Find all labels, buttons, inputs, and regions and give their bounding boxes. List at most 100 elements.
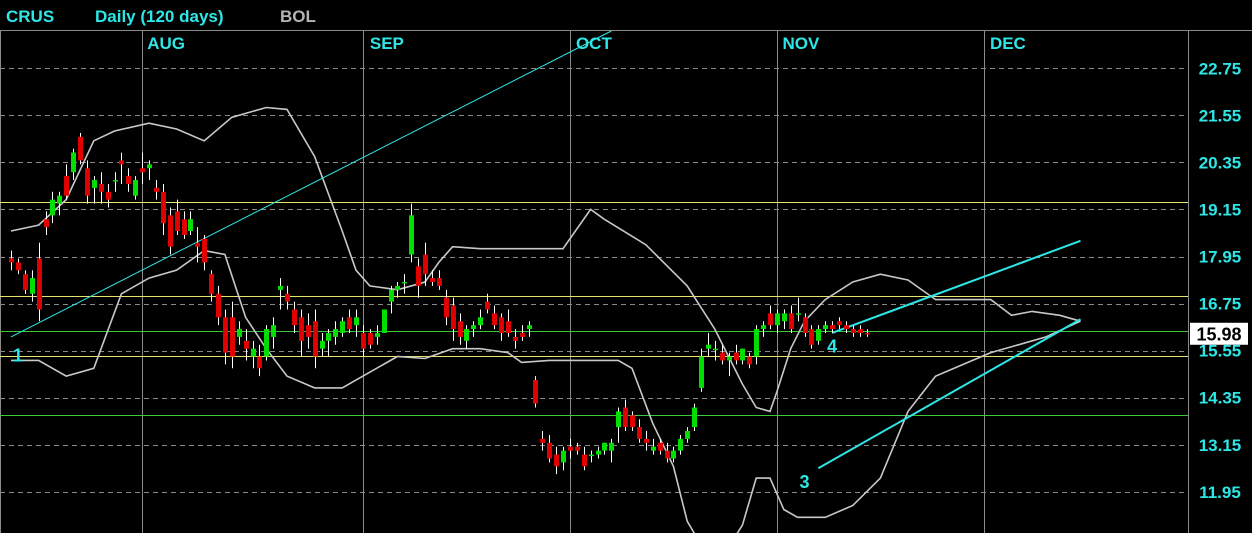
candle-body xyxy=(582,454,587,467)
candle-body xyxy=(568,446,573,451)
candle xyxy=(264,325,269,361)
candle-body xyxy=(382,309,387,333)
candle-body xyxy=(458,321,463,337)
candle xyxy=(692,403,697,432)
candle-body xyxy=(257,356,262,369)
candle-body xyxy=(9,258,14,263)
month-label: OCT xyxy=(576,34,613,53)
candle-body xyxy=(506,321,511,333)
candle-body xyxy=(478,317,483,326)
y-tick-label: 16.75 xyxy=(1199,295,1242,314)
candle-body xyxy=(734,352,739,361)
candle-body xyxy=(99,183,104,192)
candle-body xyxy=(140,168,145,173)
candle-body xyxy=(678,438,683,451)
candle-body xyxy=(313,321,318,357)
candle-body xyxy=(409,215,414,255)
candle-body xyxy=(175,211,180,232)
candle-body xyxy=(271,325,276,337)
candle-body xyxy=(264,329,269,357)
candle-body xyxy=(340,321,345,333)
y-tick-label: 14.35 xyxy=(1199,389,1242,408)
candle-body xyxy=(106,191,111,200)
candle-body xyxy=(133,180,138,196)
candle-body xyxy=(368,332,373,345)
candle-body xyxy=(333,329,338,337)
point-label-4: 4 xyxy=(827,337,837,357)
candle-body xyxy=(520,332,525,337)
month-label: SEP xyxy=(370,34,404,53)
y-tick-label: 19.15 xyxy=(1199,200,1242,219)
candle-body xyxy=(320,340,325,349)
candle-body xyxy=(244,340,249,349)
candle-body xyxy=(851,329,856,333)
candle-body xyxy=(713,348,718,351)
candle-body xyxy=(782,313,787,322)
chart-background xyxy=(0,0,1252,533)
candle-body xyxy=(230,317,235,357)
candle-body xyxy=(775,313,780,326)
candle-body xyxy=(637,427,642,439)
last-price-marker: 15.98 xyxy=(1190,322,1248,345)
y-tick-label: 21.55 xyxy=(1199,106,1242,125)
candle-body xyxy=(395,285,400,290)
candle-body xyxy=(630,415,635,428)
candle-body xyxy=(796,313,801,315)
candle-body xyxy=(830,325,835,330)
chart-window: 1 3 4 AUG SEP OCT NOV DEC 22.75 21.55 20.35 19.15… xyxy=(0,0,1252,533)
candle-body xyxy=(85,168,90,196)
candle-body xyxy=(671,450,676,459)
candle-body xyxy=(609,442,614,451)
candle-body xyxy=(768,313,773,326)
candle-body xyxy=(119,160,124,165)
candle-body xyxy=(437,278,442,286)
candle-body xyxy=(423,254,428,275)
candle-body xyxy=(292,309,297,326)
candle-body xyxy=(278,285,283,290)
candle-body xyxy=(37,258,42,310)
candle-body xyxy=(126,176,131,184)
candle-body xyxy=(209,274,214,294)
candle-body xyxy=(844,325,849,330)
candle-body xyxy=(740,348,745,361)
candle-body xyxy=(57,195,62,204)
indicator-label: BOL xyxy=(280,7,316,26)
candle-body xyxy=(685,431,690,439)
candle-body xyxy=(23,274,28,290)
candle-body xyxy=(44,219,49,228)
candle-body xyxy=(665,450,670,459)
candle-body xyxy=(202,238,207,263)
candle-body xyxy=(285,293,290,302)
candle-body xyxy=(188,219,193,232)
candle-body xyxy=(858,329,863,333)
candle-body xyxy=(451,305,456,330)
symbol-label: CRUS xyxy=(6,7,54,26)
candle-body xyxy=(30,278,35,294)
candle-body xyxy=(644,438,649,443)
candle-body xyxy=(416,266,421,286)
candle-body xyxy=(809,329,814,345)
y-tick-label: 13.15 xyxy=(1199,436,1242,455)
candle-body xyxy=(658,442,663,451)
month-label: AUG xyxy=(147,34,185,53)
month-label: DEC xyxy=(990,34,1026,53)
candle-body xyxy=(754,329,759,357)
candle-body xyxy=(361,332,366,349)
candle-body xyxy=(71,152,76,173)
candle-body xyxy=(803,317,808,333)
point-label-1: 1 xyxy=(13,346,23,366)
candle-body xyxy=(471,325,476,330)
candle-body xyxy=(216,293,221,318)
candle-body xyxy=(154,187,159,192)
candle-body xyxy=(602,442,607,451)
candle-body xyxy=(575,446,580,451)
candle-body xyxy=(554,454,559,467)
candle-body xyxy=(306,325,311,337)
candle-body xyxy=(444,297,449,318)
candle-body xyxy=(499,317,504,333)
candle-body xyxy=(789,313,794,330)
candle-body xyxy=(561,450,566,463)
candle-body xyxy=(761,325,766,330)
candle-body xyxy=(865,332,870,335)
candle-body xyxy=(623,407,628,428)
